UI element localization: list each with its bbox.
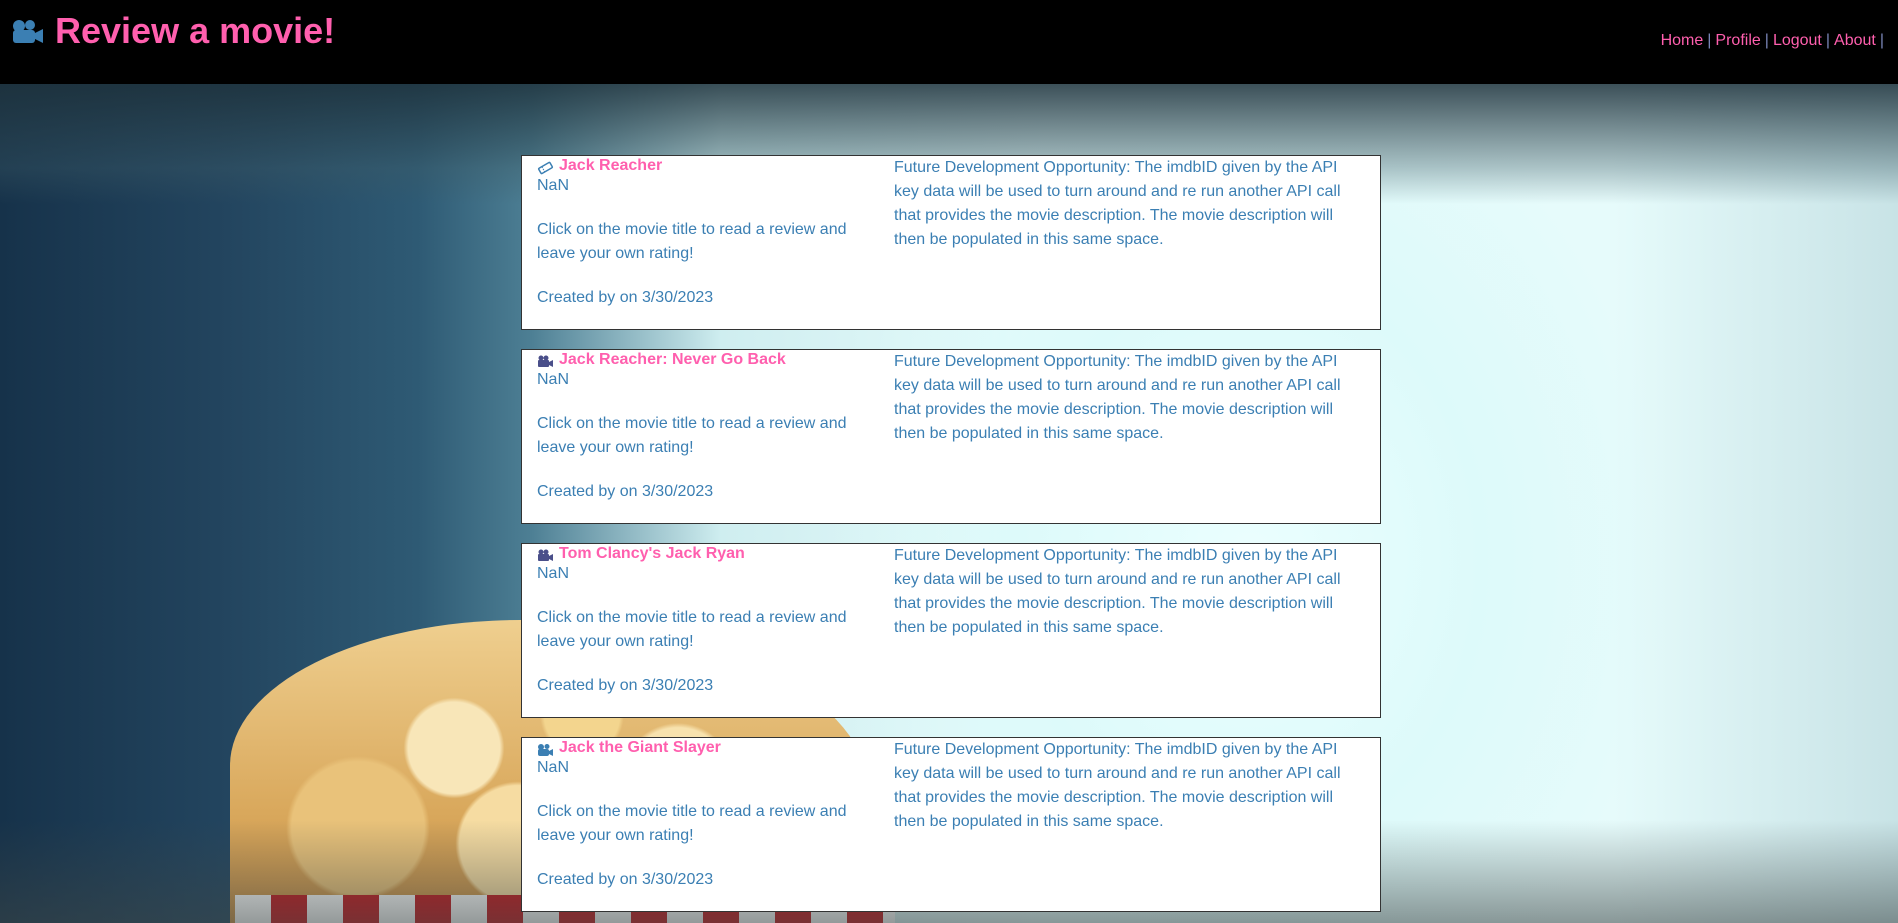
- nav-about-link[interactable]: About: [1834, 32, 1876, 49]
- review-hint: Click on the movie title to read a revie…: [537, 803, 847, 844]
- movie-card: Jack Reacher: Never Go Back NaN Click on…: [521, 349, 1381, 524]
- movie-description: Future Development Opportunity: The imdb…: [894, 353, 1341, 442]
- film-camera-icon: [537, 547, 554, 561]
- film-camera-icon: [537, 353, 554, 367]
- movie-info: Jack Reacher: Never Go Back NaN Click on…: [537, 350, 877, 504]
- movie-info: Tom Clancy's Jack Ryan NaN Click on the …: [537, 544, 877, 698]
- movie-title-row: Jack Reacher: Never Go Back: [537, 350, 877, 370]
- movie-description: Future Development Opportunity: The imdb…: [894, 159, 1341, 248]
- review-hint: Click on the movie title to read a revie…: [537, 415, 847, 456]
- nav-separator: |: [1825, 32, 1831, 49]
- movie-title-link[interactable]: Jack the Giant Slayer: [559, 736, 721, 760]
- movie-title-link[interactable]: Jack Reacher: [559, 154, 662, 178]
- review-hint: Click on the movie title to read a revie…: [537, 221, 847, 262]
- movie-title-link[interactable]: Jack Reacher: Never Go Back: [559, 348, 786, 372]
- movie-info: Jack the Giant Slayer NaN Click on the m…: [537, 738, 877, 892]
- movie-card: Jack the Giant Slayer NaN Click on the m…: [521, 737, 1381, 912]
- movie-description: Future Development Opportunity: The imdb…: [894, 547, 1341, 636]
- created-info: Created by on 3/30/2023: [537, 871, 714, 888]
- created-info: Created by on 3/30/2023: [537, 289, 714, 306]
- nav-separator: |: [1879, 32, 1884, 49]
- movie-title-row: Jack the Giant Slayer: [537, 738, 877, 758]
- camera-icon: [10, 18, 44, 46]
- site-title: Review a movie!: [55, 10, 336, 51]
- nav-home-link[interactable]: Home: [1661, 32, 1704, 49]
- created-info: Created by on 3/30/2023: [537, 483, 714, 500]
- movie-list: Jack Reacher NaN Click on the movie titl…: [521, 155, 1381, 923]
- created-info: Created by on 3/30/2023: [537, 677, 714, 694]
- movie-title-link[interactable]: Tom Clancy's Jack Ryan: [559, 542, 745, 566]
- nav-logout-link[interactable]: Logout: [1773, 32, 1822, 49]
- nav-separator: |: [1764, 32, 1769, 49]
- camera-icon: [537, 741, 554, 756]
- site-header: Review a movie! Home | Profile | Logout | Abou…: [0, 0, 1898, 84]
- main-nav: Home | Profile | Logout | About |: [1661, 32, 1888, 50]
- nav-separator: |: [1707, 32, 1712, 49]
- nav-profile-link[interactable]: Profile: [1715, 32, 1760, 49]
- ticket-icon: [537, 159, 554, 175]
- review-hint: Click on the movie title to read a revie…: [537, 609, 847, 650]
- movie-card: Tom Clancy's Jack Ryan NaN Click on the …: [521, 543, 1381, 718]
- movie-title-row: Jack Reacher: [537, 156, 877, 176]
- movie-info: Jack Reacher NaN Click on the movie titl…: [537, 156, 877, 310]
- movie-card: Jack Reacher NaN Click on the movie titl…: [521, 155, 1381, 330]
- movie-description: Future Development Opportunity: The imdb…: [894, 741, 1341, 830]
- movie-title-row: Tom Clancy's Jack Ryan: [537, 544, 877, 564]
